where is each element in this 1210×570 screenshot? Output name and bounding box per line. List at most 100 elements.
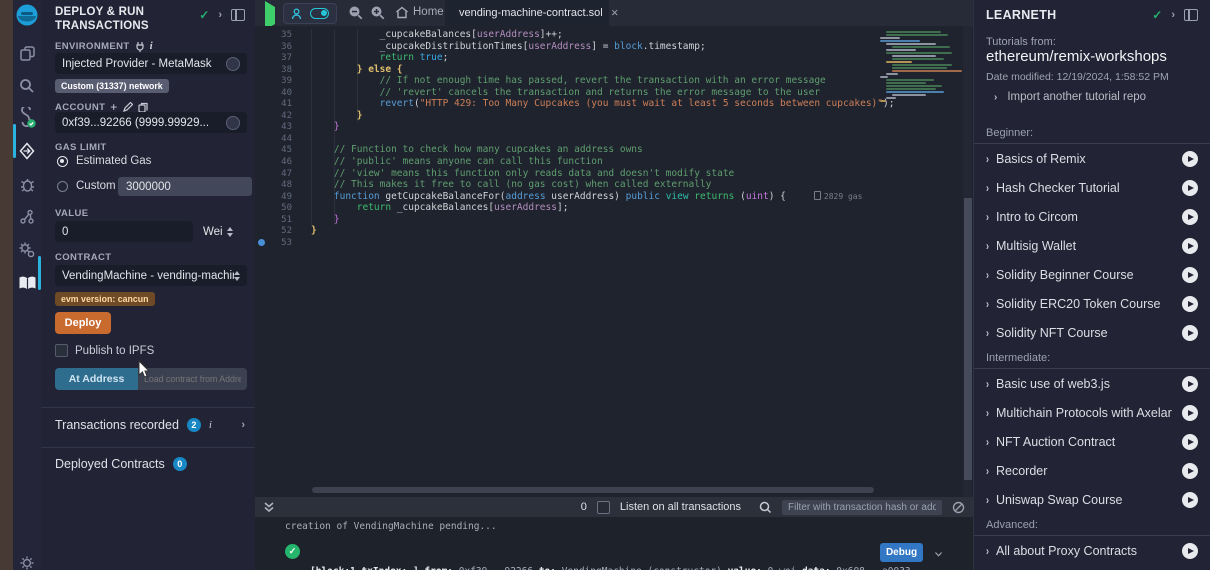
code-line[interactable]: 41 revert("HTTP 429: Too Many Cupcakes (… <box>255 98 973 110</box>
remix-logo-icon[interactable] <box>13 2 41 28</box>
home-icon[interactable] <box>395 6 409 19</box>
code-editor[interactable]: 35 _cupcakeBalances[userAddress]++;36 _c… <box>255 26 973 497</box>
value-input[interactable]: 0 <box>55 221 193 242</box>
tutorial-expand-chevron-icon[interactable]: › <box>986 544 989 557</box>
tutorial-expand-chevron-icon[interactable]: › <box>986 435 989 448</box>
account-select[interactable]: 0xf39...92266 (9999.99929... <box>55 112 247 133</box>
environment-info-icon[interactable]: i <box>150 40 153 52</box>
ai-assistant-icon[interactable] <box>291 8 302 20</box>
solidity-compiler-icon[interactable] <box>13 105 41 131</box>
code-line[interactable]: 43 } <box>255 121 973 133</box>
transactions-info-icon[interactable]: i <box>209 419 212 431</box>
tutorial-item[interactable]: ›Solidity NFT Course <box>974 318 1210 347</box>
at-address-button[interactable]: At Address <box>55 368 138 390</box>
code-line[interactable]: 45 // Function to check how many cupcake… <box>255 144 973 156</box>
tutorial-item[interactable]: ›Basics of Remix <box>974 144 1210 173</box>
transactions-expand-chevron-icon[interactable]: › <box>241 419 245 431</box>
publish-ipfs-row[interactable]: Publish to IPFS <box>55 344 154 357</box>
tutorial-play-button[interactable] <box>1182 492 1198 508</box>
learneth-book-icon[interactable] <box>13 270 41 296</box>
close-tab-icon[interactable]: ✕ <box>611 8 619 19</box>
clear-console-icon[interactable] <box>952 501 965 514</box>
tutorial-item[interactable]: ›Solidity Beginner Course <box>974 260 1210 289</box>
zoom-in-icon[interactable] <box>370 5 386 21</box>
panel-pin-icon[interactable] <box>231 9 245 21</box>
tutorial-expand-chevron-icon[interactable]: › <box>986 493 989 506</box>
custom-gas-radio[interactable] <box>57 181 68 192</box>
code-line[interactable]: 42 } <box>255 110 973 122</box>
estimated-gas-radio-row[interactable]: Estimated Gas <box>57 155 151 167</box>
custom-gas-radio-row[interactable]: Custom <box>57 180 116 192</box>
tutorial-item[interactable]: ›Basic use of web3.js <box>974 369 1210 398</box>
tutorial-expand-chevron-icon[interactable]: › <box>986 406 989 419</box>
plug-icon[interactable] <box>135 41 145 52</box>
tutorial-item[interactable]: ›Solidity ERC20 Token Course <box>974 289 1210 318</box>
deploy-button[interactable]: Deploy <box>55 312 111 334</box>
code-line[interactable]: 44 <box>255 133 973 145</box>
tutorial-item[interactable]: ›Uniswap Swap Course <box>974 485 1210 514</box>
code-line[interactable]: 50 return _cupcakeBalances[userAddress]; <box>255 202 973 214</box>
tutorial-play-button[interactable] <box>1182 238 1198 254</box>
transactions-recorded-row[interactable]: Transactions recorded 2 i › <box>55 418 245 432</box>
learneth-pin-icon[interactable] <box>1184 9 1198 21</box>
tx-log-entry[interactable]: [block:1 txIndex:-] from: 0xf39...92266 … <box>310 542 911 570</box>
terminal-search-icon[interactable] <box>759 501 772 514</box>
transaction-filter-input[interactable] <box>782 500 942 515</box>
tutorial-item[interactable]: ›Multisig Wallet <box>974 231 1210 260</box>
copy-address-icon[interactable] <box>138 102 148 113</box>
tutorial-play-button[interactable] <box>1182 151 1198 167</box>
at-address-input[interactable] <box>138 368 247 390</box>
tutorial-item[interactable]: ›Deploy with Libraries <box>974 565 1210 570</box>
panel-collapse-chevron-icon[interactable]: › <box>218 9 222 21</box>
code-line[interactable]: 35 _cupcakeBalances[userAddress]++; <box>255 29 973 41</box>
debugger-icon[interactable] <box>13 171 41 197</box>
contract-select[interactable]: VendingMachine - vending-machin <box>55 265 247 286</box>
tutorial-play-button[interactable] <box>1182 296 1198 312</box>
tutorial-expand-chevron-icon[interactable]: › <box>986 464 989 477</box>
tx-expand-chevron-icon[interactable]: ⌄ <box>934 544 944 558</box>
listen-checkbox[interactable] <box>597 501 610 514</box>
code-line[interactable]: 51 } <box>255 214 973 226</box>
code-line[interactable]: 46 // 'public' means anyone can call thi… <box>255 156 973 168</box>
custom-gas-input[interactable] <box>118 177 252 196</box>
solidity-analyzers-icon[interactable] <box>13 204 41 230</box>
code-line[interactable]: 49 function getCupcakeBalanceFor(address… <box>255 191 973 203</box>
code-line[interactable]: 52} <box>255 225 973 237</box>
file-explorer-icon[interactable] <box>13 40 41 66</box>
code-line[interactable]: 47 // 'view' means this function only re… <box>255 168 973 180</box>
tutorial-play-button[interactable] <box>1182 463 1198 479</box>
editor-minimap[interactable] <box>880 31 962 141</box>
active-file-tab[interactable]: vending-machine-contract.sol ✕ <box>445 0 609 26</box>
plugin-manager-icon[interactable] <box>13 237 41 263</box>
tutorial-item[interactable]: ›Intro to Circom <box>974 202 1210 231</box>
tutorial-expand-chevron-icon[interactable]: › <box>986 181 989 194</box>
tutorial-item[interactable]: ›All about Proxy Contracts <box>974 536 1210 565</box>
sign-message-icon[interactable] <box>123 102 133 112</box>
tutorial-item[interactable]: ›Recorder <box>974 456 1210 485</box>
code-line[interactable]: 38 } else { <box>255 64 973 76</box>
tutorial-play-button[interactable] <box>1182 405 1198 421</box>
deployed-contracts-row[interactable]: Deployed Contracts 0 <box>55 457 245 471</box>
code-line[interactable]: 53 <box>255 237 973 249</box>
code-line[interactable]: 39 // If not enough time has passed, rev… <box>255 75 973 87</box>
tutorial-expand-chevron-icon[interactable]: › <box>986 210 989 223</box>
tutorial-play-button[interactable] <box>1182 434 1198 450</box>
terminal-log[interactable]: creation of VendingMachine pending... ✓ … <box>255 517 973 570</box>
run-script-icon[interactable] <box>265 7 275 25</box>
code-line[interactable]: 36 _cupcakeDistributionTimes[userAddress… <box>255 41 973 53</box>
tutorial-play-button[interactable] <box>1182 376 1198 392</box>
tutorial-play-button[interactable] <box>1182 209 1198 225</box>
environment-select[interactable]: Injected Provider - MetaMask <box>55 53 247 74</box>
learneth-collapse-chevron-icon[interactable]: › <box>1171 9 1175 21</box>
code-line[interactable]: 37 return true; <box>255 52 973 64</box>
tutorial-play-button[interactable] <box>1182 267 1198 283</box>
tutorial-play-button[interactable] <box>1182 325 1198 341</box>
tutorial-expand-chevron-icon[interactable]: › <box>986 377 989 390</box>
editor-vertical-scrollbar-thumb[interactable] <box>964 198 972 480</box>
code-line[interactable]: 40 // 'revert' cancels the transaction a… <box>255 87 973 99</box>
tutorial-expand-chevron-icon[interactable]: › <box>986 297 989 310</box>
code-lines[interactable]: 35 _cupcakeBalances[userAddress]++;36 _c… <box>255 29 973 248</box>
tutorial-expand-chevron-icon[interactable]: › <box>986 326 989 339</box>
tutorial-expand-chevron-icon[interactable]: › <box>986 239 989 252</box>
publish-ipfs-checkbox[interactable] <box>55 344 68 357</box>
